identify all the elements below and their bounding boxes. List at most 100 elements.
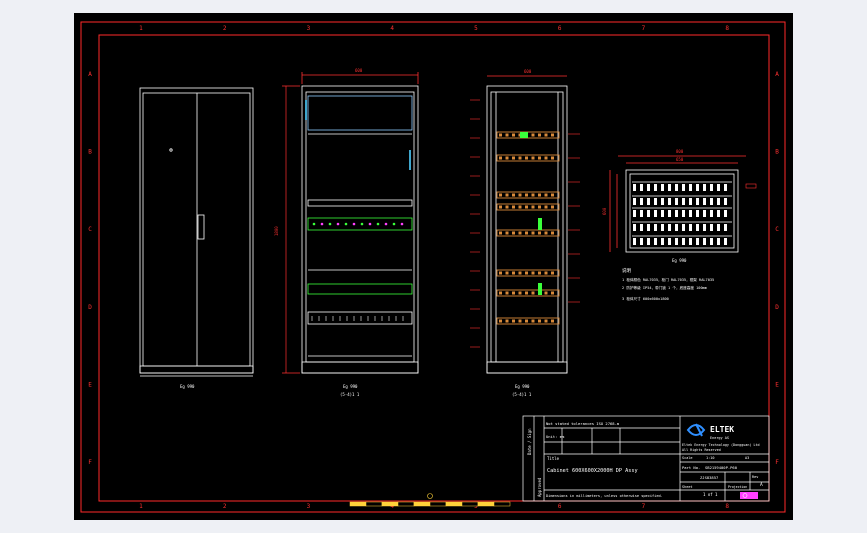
top-view-slot — [682, 238, 685, 245]
terminal-dot — [360, 222, 364, 226]
top-view-slot — [710, 210, 713, 217]
top-view-slot — [717, 238, 720, 245]
rail-component — [525, 291, 528, 295]
drawing-title: Cabinet 600X600X2000H DP Assy — [547, 468, 638, 474]
top-view-slot — [640, 198, 643, 205]
zone-label-col-8: 8 — [725, 503, 729, 510]
zone-label-col-6: 6 — [558, 25, 562, 32]
rail-component — [544, 231, 548, 235]
rail-component — [531, 291, 535, 295]
top-view-slot — [661, 184, 664, 191]
rail-component — [499, 156, 502, 160]
terminal-dot — [320, 222, 324, 226]
rail-component — [512, 205, 515, 209]
top-view-slot — [710, 184, 713, 191]
zone-label-row-B: B — [88, 149, 92, 156]
top-view-slot — [703, 224, 706, 231]
rail-component — [531, 231, 535, 235]
rail-component — [544, 133, 548, 137]
title-label: Title — [547, 456, 560, 461]
rail-component — [538, 156, 541, 160]
terminal-dot — [312, 222, 316, 226]
zone-label-row-F: F — [88, 459, 92, 466]
rail-component — [499, 205, 502, 209]
rail-component — [512, 133, 515, 137]
rail-component — [531, 319, 535, 323]
top-view-slot — [696, 224, 699, 231]
rail-component — [551, 231, 554, 235]
top-view-slot — [661, 224, 664, 231]
title-block-side-label-1: Date / Sign — [527, 428, 532, 455]
top-view-slot — [724, 198, 727, 205]
top-view-slot — [682, 224, 685, 231]
zone-label-col-4: 4 — [390, 25, 394, 32]
top-view-slot — [696, 238, 699, 245]
zone-label-row-E: E — [775, 382, 779, 389]
rail-component — [512, 193, 515, 197]
top-view-slot — [703, 184, 706, 191]
dimension-front-width-label: 600 — [355, 68, 363, 73]
zone-label-col-2: 2 — [223, 503, 227, 510]
rail-component — [551, 271, 554, 275]
rail-component — [551, 193, 554, 197]
rail-component — [538, 133, 541, 137]
rail-component — [518, 291, 522, 295]
rail-component — [499, 133, 502, 137]
scale-bar-segment — [429, 501, 447, 507]
drawing-footer-note: Dimensions in millimeters, unless otherw… — [546, 494, 663, 498]
zone-label-row-E: E — [88, 382, 92, 389]
top-view-slot — [696, 198, 699, 205]
rail-component — [544, 156, 548, 160]
top-view-slot — [682, 210, 685, 217]
top-view-slot — [668, 184, 671, 191]
rail-component — [538, 319, 541, 323]
top-view-slot — [675, 198, 678, 205]
top-view-slot — [689, 210, 692, 217]
zone-label-row-C: C — [88, 226, 92, 233]
zone-label-row-C: C — [775, 226, 779, 233]
dimension-height-label: 1800 — [274, 226, 279, 236]
zone-label-col-8: 8 — [725, 25, 729, 32]
top-view-slot — [661, 210, 664, 217]
zone-label-col-6: 6 — [558, 503, 562, 510]
green-module — [520, 132, 528, 138]
rail-component — [505, 133, 509, 137]
rail-component — [531, 133, 535, 137]
rail-component — [505, 193, 509, 197]
top-view-slot — [710, 238, 713, 245]
rail-component — [499, 193, 502, 197]
top-view-slot — [703, 198, 706, 205]
top-view-slot — [647, 224, 650, 231]
top-view-slot — [654, 198, 657, 205]
rail-component — [551, 156, 554, 160]
scale-bar-segment — [493, 501, 511, 507]
rail-component — [499, 271, 502, 275]
zone-label-col-7: 7 — [642, 503, 646, 510]
rail-component — [525, 231, 528, 235]
top-view-slot — [703, 210, 706, 217]
top-view-slot — [633, 198, 636, 205]
zone-label-col-5: 5 — [474, 25, 478, 32]
top-view-slot — [647, 198, 650, 205]
rail-component — [538, 231, 541, 235]
rail-component — [518, 271, 522, 275]
rail-component — [531, 193, 535, 197]
zone-label-row-A: A — [775, 71, 779, 78]
dimension-top-width-label: 800 — [676, 149, 684, 154]
top-view-slot — [703, 238, 706, 245]
top-view-slot — [675, 238, 678, 245]
top-view-slot — [633, 238, 636, 245]
rail-component — [505, 156, 509, 160]
top-view-slot — [668, 210, 671, 217]
rail-component — [538, 193, 541, 197]
rail-component — [512, 231, 515, 235]
top-view-slot — [675, 210, 678, 217]
dimension-side-width-label: 600 — [524, 69, 532, 74]
terminal-dot — [400, 222, 404, 226]
terminal-dot — [392, 222, 396, 226]
top-view-slot — [640, 184, 643, 191]
scale-bar-segment — [477, 501, 495, 507]
scale-bar-segment — [445, 501, 463, 507]
zone-label-row-D: D — [88, 304, 92, 311]
top-view-slot — [654, 224, 657, 231]
